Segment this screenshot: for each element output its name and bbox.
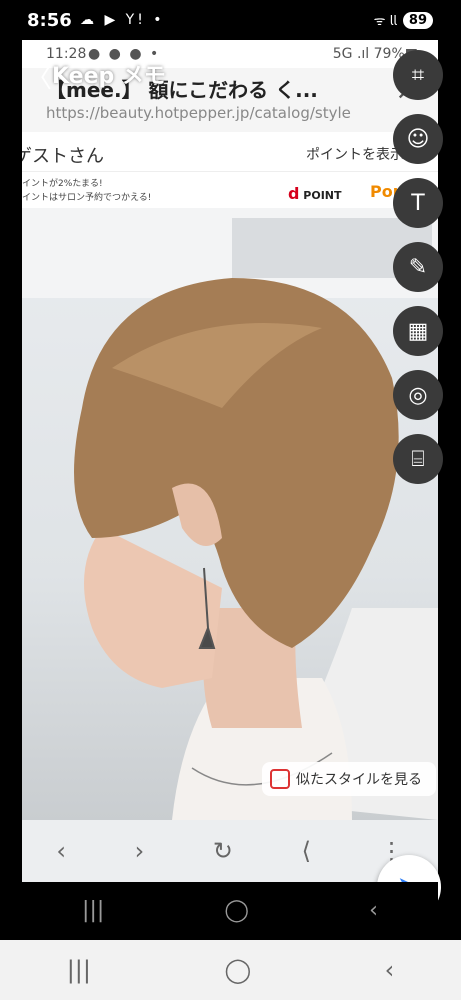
hairstyle-illustration	[22, 208, 438, 820]
share-icon: ⟨	[301, 837, 311, 865]
page-url: https://beauty.hotpepper.jp/catalog/styl…	[46, 104, 351, 122]
points-line-1: イントが2%たまる!	[22, 179, 103, 189]
mosaic-button[interactable]: ▦	[393, 306, 443, 356]
blur-icon: ◎	[408, 382, 428, 408]
back-button[interactable]: 〈	[26, 58, 52, 95]
account-banner: ゲストさん ポイントを表示する	[22, 132, 438, 172]
points-line-2: イントはサロン予約でつかえる!	[22, 193, 152, 203]
crop-button[interactable]: ⌗	[393, 50, 443, 100]
guest-label: ゲストさん	[22, 146, 104, 167]
text-icon: T	[411, 190, 425, 216]
emoji-button[interactable]: ☺	[393, 114, 443, 164]
signal-icon: ᯤ 𝗅𝗅	[373, 14, 397, 29]
screen: 8:56 ☁ ▶ Y! • ᯤ 𝗅𝗅 89 11:28 ● ● ● • 5G .…	[0, 0, 461, 1000]
blur-button[interactable]: ◎	[393, 370, 443, 420]
reload-icon: ↻	[212, 837, 233, 865]
screenshot-preview: 11:28 ● ● ● • 5G .ıl 79%■ 【mee.】 額にこだわる …	[22, 40, 438, 882]
dpoint-text: POINT	[303, 189, 342, 202]
dpoint-logo: d POINT	[288, 184, 342, 203]
inner-home-icon: ◯	[224, 897, 250, 923]
mosaic-icon: ▦	[407, 318, 429, 344]
search-image-icon	[270, 769, 290, 789]
status-right: ᯤ 𝗅𝗅 89	[374, 11, 433, 29]
inner-back-icon: ‹	[369, 897, 378, 923]
text-button[interactable]: T	[393, 178, 443, 228]
text-recognition-button[interactable]: ⌸	[393, 434, 443, 484]
emoji-icon: ☺	[406, 126, 430, 152]
system-back-button[interactable]: ‹	[385, 956, 395, 984]
text-recognition-icon: ⌸	[411, 446, 425, 472]
inner-recents-icon: |||	[82, 897, 105, 923]
pen-button[interactable]: ✎	[393, 242, 443, 292]
browser-toolbar: ‹ › ↻ ⟨ ⋮	[22, 820, 438, 882]
home-button[interactable]: ◯	[224, 956, 251, 984]
similar-styles-label: 似たスタイルを見る	[296, 772, 422, 788]
dpoint-mark: d	[288, 184, 300, 203]
battery-indicator: 89	[402, 11, 433, 29]
system-nav-bar: ||| ◯ ‹	[0, 940, 461, 1000]
status-time: 8:56	[27, 10, 72, 31]
inner-nav-bar: ||| ◯ ‹	[22, 882, 438, 938]
browser-forward-icon: ›	[134, 837, 145, 865]
status-bar: 8:56 ☁ ▶ Y! • ᯤ 𝗅𝗅 89	[0, 0, 461, 44]
edit-toolbar: ⌗ ☺ T ✎ ▦ ◎ ⌸	[393, 50, 445, 484]
pen-icon: ✎	[408, 254, 428, 280]
recents-button[interactable]: |||	[67, 956, 91, 984]
browser-back-icon: ‹	[56, 837, 66, 865]
crop-icon: ⌗	[411, 62, 425, 88]
hairstyle-photo	[22, 208, 438, 820]
similar-styles-button: 似たスタイルを見る	[262, 762, 436, 796]
keep-memo-title: Keep メモ	[52, 64, 166, 89]
notification-icons: ☁ ▶ Y! •	[80, 12, 165, 28]
